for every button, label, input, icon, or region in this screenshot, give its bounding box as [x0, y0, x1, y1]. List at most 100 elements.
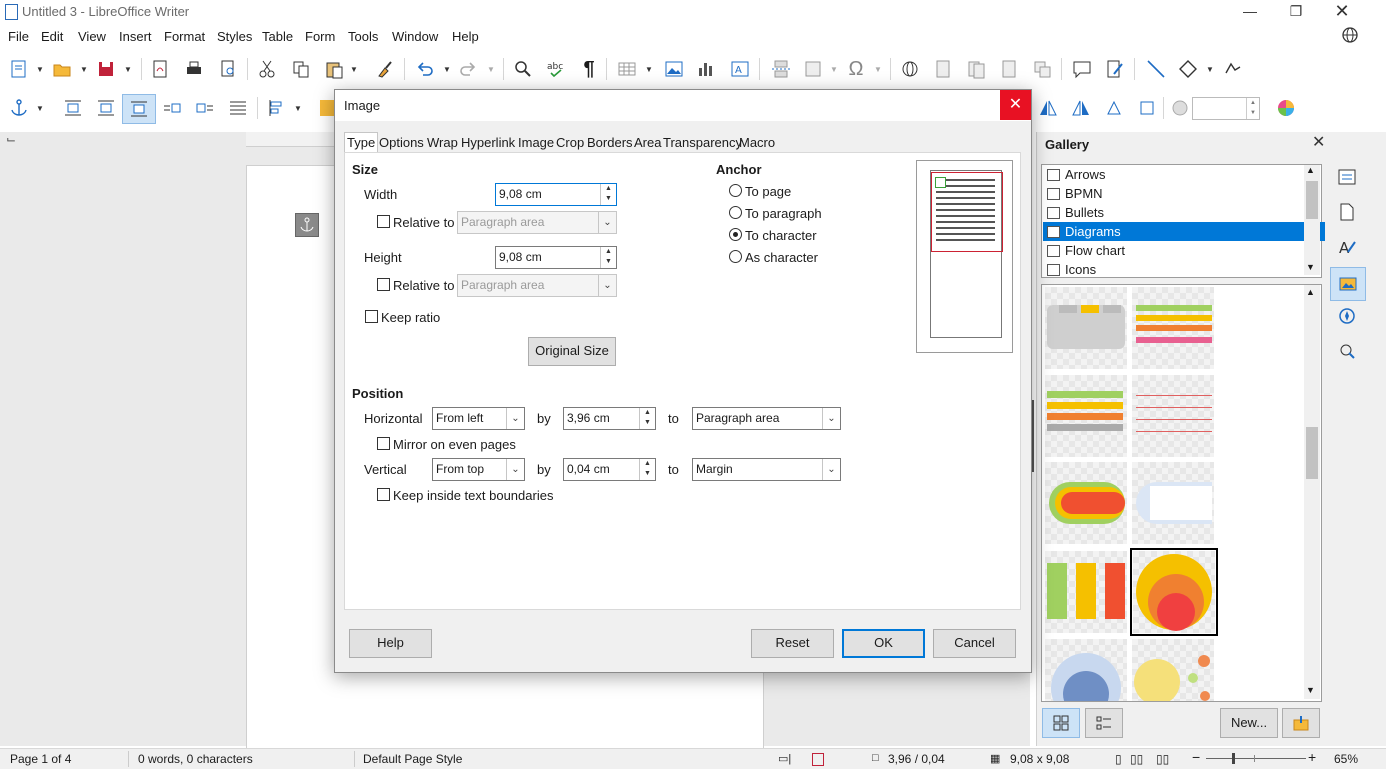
wrap-before-icon[interactable]: [161, 97, 183, 119]
insert-textbox-icon[interactable]: A: [729, 58, 751, 80]
menu-insert[interactable]: Insert: [119, 29, 152, 44]
insert-image-icon[interactable]: [663, 58, 685, 80]
zoom-slider[interactable]: [1206, 758, 1306, 759]
chevron-down-icon[interactable]: ▼: [124, 65, 132, 74]
list-scrollbar[interactable]: ▲ ▼: [1304, 165, 1320, 275]
close-panel-icon[interactable]: ✕: [1312, 132, 1325, 152]
menu-table[interactable]: Table: [262, 29, 293, 44]
theme-item[interactable]: Flow chart: [1043, 241, 1325, 260]
cut-icon[interactable]: [256, 58, 278, 80]
spin-arrows-icon[interactable]: ▲ ▼: [1246, 98, 1259, 119]
gallery-thumbnail[interactable]: [1132, 462, 1214, 544]
formatting-marks-icon[interactable]: ¶: [578, 58, 600, 80]
hyperlink-icon[interactable]: [899, 58, 921, 80]
anchor-icon[interactable]: [8, 97, 30, 119]
chevron-down-icon[interactable]: ⌄: [506, 408, 524, 429]
theme-item[interactable]: BPMN: [1043, 184, 1325, 203]
menu-file[interactable]: File: [8, 29, 29, 44]
spin-arrows-icon[interactable]: ▲ ▼: [600, 247, 616, 268]
book-view-icon[interactable]: ▯▯: [1156, 752, 1169, 766]
undo-icon[interactable]: [414, 58, 436, 80]
print-preview-icon[interactable]: [217, 58, 239, 80]
wrap-after-icon[interactable]: [194, 97, 216, 119]
chevron-down-icon[interactable]: ▼: [36, 104, 44, 113]
chevron-down-icon[interactable]: ⌄: [506, 459, 524, 480]
horizontal-by-field[interactable]: 3,96 cm ▲ ▼: [563, 407, 656, 430]
insert-table-icon[interactable]: [616, 58, 638, 80]
gallery-thumbnail[interactable]: [1132, 375, 1214, 457]
gallery-thumbnail[interactable]: [1045, 462, 1127, 544]
chevron-down-icon[interactable]: ▼: [487, 65, 495, 74]
keep-inside-checkbox[interactable]: [377, 488, 390, 501]
cancel-button[interactable]: Cancel: [933, 629, 1016, 658]
gallery-theme-list[interactable]: Arrows BPMN Bullets Diagrams Flow chart …: [1041, 164, 1325, 279]
scrollbar-thumb[interactable]: [1306, 427, 1318, 479]
transparency-field[interactable]: ▲ ▼: [1192, 97, 1260, 120]
menu-edit[interactable]: Edit: [41, 29, 63, 44]
tab-stop-icon[interactable]: ⌙: [6, 132, 16, 146]
restore-icon[interactable]: ❐: [1273, 0, 1319, 24]
menu-window[interactable]: Window: [392, 29, 438, 44]
document-modified-icon[interactable]: [812, 753, 824, 766]
chevron-down-icon[interactable]: ▼: [36, 65, 44, 74]
color-palette-icon[interactable]: [1169, 97, 1191, 119]
bookmark-icon[interactable]: [998, 58, 1020, 80]
crop-image-icon[interactable]: [1136, 97, 1158, 119]
spin-arrows-icon[interactable]: ▲ ▼: [639, 459, 655, 480]
gallery-thumbnail[interactable]: [1045, 375, 1127, 457]
chevron-down-icon[interactable]: ⌄: [822, 408, 840, 429]
page-break-icon[interactable]: [770, 58, 792, 80]
single-page-view-icon[interactable]: ▯: [1115, 752, 1122, 766]
chevron-down-icon[interactable]: ▼: [1206, 65, 1214, 74]
detail-view-button[interactable]: [1085, 708, 1123, 738]
insert-field-icon[interactable]: [802, 58, 824, 80]
paste-icon[interactable]: [323, 58, 345, 80]
horizontal-select[interactable]: From left ⌄: [432, 407, 525, 430]
spelling-icon[interactable]: abc: [545, 58, 567, 80]
chevron-down-icon[interactable]: ▼: [350, 65, 358, 74]
vertical-to-select[interactable]: Margin ⌄: [692, 458, 841, 481]
redo-icon[interactable]: [457, 58, 479, 80]
draw-functions-icon[interactable]: [1222, 58, 1244, 80]
vertical-by-field[interactable]: 0,04 cm ▲ ▼: [563, 458, 656, 481]
insert-mode-icon[interactable]: ▭|: [778, 752, 791, 765]
new-theme-button[interactable]: New...: [1220, 708, 1278, 738]
keep-ratio-checkbox[interactable]: [365, 310, 378, 323]
gallery-thumbnails[interactable]: ▲ ▼: [1041, 284, 1322, 702]
gallery-deck-tab[interactable]: [1330, 267, 1366, 301]
page-icon[interactable]: [1336, 201, 1358, 223]
navigator-icon[interactable]: [1336, 305, 1358, 327]
gallery-thumbnail-selected[interactable]: [1130, 548, 1218, 636]
ok-button[interactable]: OK: [842, 629, 925, 658]
menu-form[interactable]: Form: [305, 29, 335, 44]
chevron-down-icon[interactable]: ▼: [80, 65, 88, 74]
gallery-thumbnail[interactable]: [1132, 287, 1214, 369]
vertical-select[interactable]: From top ⌄: [432, 458, 525, 481]
insert-chart-icon[interactable]: [695, 58, 717, 80]
wrap-off-icon[interactable]: [62, 97, 84, 119]
endnote-icon[interactable]: [965, 58, 987, 80]
chevron-down-icon[interactable]: ▼: [1306, 262, 1315, 272]
chevron-down-icon[interactable]: ⌄: [822, 459, 840, 480]
basic-shapes-icon[interactable]: [1177, 58, 1199, 80]
horizontal-to-select[interactable]: Paragraph area ⌄: [692, 407, 841, 430]
flip-vertical-icon[interactable]: [1037, 97, 1059, 119]
width-field[interactable]: 9,08 cm ▲ ▼: [495, 183, 617, 206]
manage-changes-icon[interactable]: [1336, 340, 1358, 362]
gallery-thumbnail[interactable]: [1045, 639, 1127, 701]
original-size-button[interactable]: Original Size: [528, 337, 616, 366]
gallery-thumbnail[interactable]: [1045, 551, 1127, 633]
anchor-marker-icon[interactable]: [295, 213, 319, 237]
word-count[interactable]: 0 words, 0 characters: [138, 752, 253, 766]
menu-view[interactable]: View: [78, 29, 106, 44]
open-folder-icon[interactable]: [51, 58, 73, 80]
dialog-close-icon[interactable]: ✕: [1000, 90, 1031, 120]
export-pdf-icon[interactable]: [149, 58, 171, 80]
scrollbar-thumb[interactable]: [1306, 181, 1318, 219]
spin-arrows-icon[interactable]: ▲ ▼: [639, 408, 655, 429]
insert-from-gallery-button[interactable]: [1282, 708, 1320, 738]
flip-horizontal-icon[interactable]: [1070, 97, 1092, 119]
mirror-checkbox[interactable]: [377, 437, 390, 450]
theme-item[interactable]: Icons: [1043, 260, 1325, 279]
height-field[interactable]: 9,08 cm ▲ ▼: [495, 246, 617, 269]
